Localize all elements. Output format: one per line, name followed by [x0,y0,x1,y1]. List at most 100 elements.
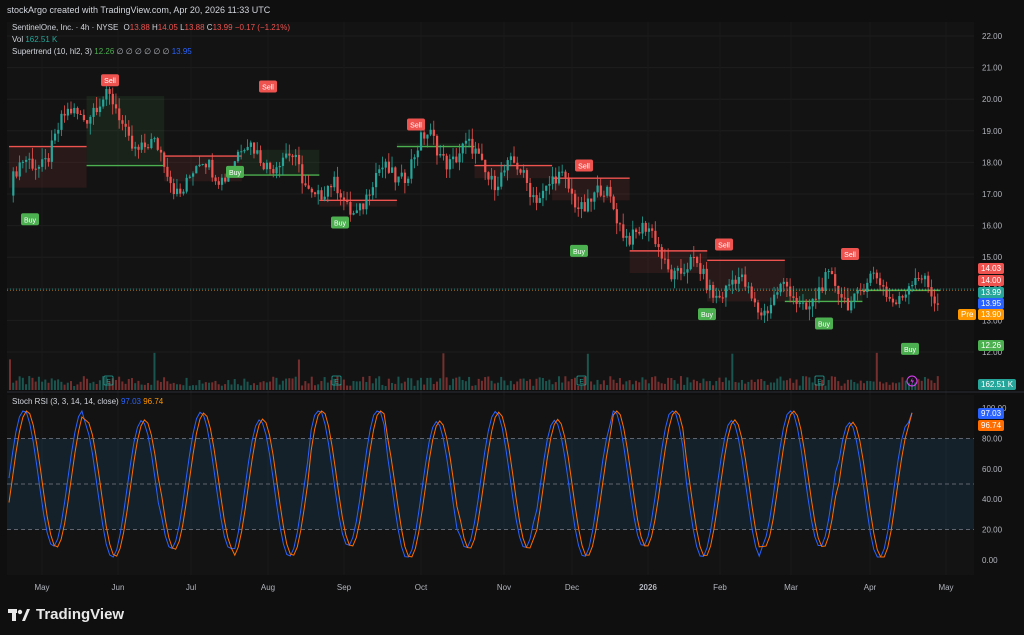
volume-bar [744,383,747,390]
volume-bar [381,384,384,390]
candle-body [297,154,301,165]
candle-body [891,298,895,303]
candle-body [715,295,718,298]
volume-bar [57,379,60,390]
price-tick-label: 15.00 [982,253,1003,262]
candle-body [50,140,53,162]
volume-bar [249,385,252,390]
volume-bar [708,381,711,390]
symbol-legend[interactable]: SentinelOne, Inc. · 4h · NYSE O13.88 H14… [12,23,290,32]
volume-bar [657,381,660,390]
volume-bar [484,377,487,390]
price-tick-label: 16.00 [982,222,1003,231]
volume-bar [667,377,670,390]
volume-bar [670,378,673,390]
volume-bar [596,379,599,390]
time-axis-label: 2026 [639,583,657,592]
volume-bar [342,379,345,390]
volume-bar [95,383,98,390]
rsi-tag-d: 96.74 [978,420,1005,431]
candle-body [570,188,574,194]
supertrend-legend[interactable]: Supertrend (10, hl2, 3) 12.26 ∅ ∅ ∅ ∅ ∅ … [12,47,192,56]
price-tag-supertrend: 13.95 [978,298,1005,309]
candle-body [676,268,679,271]
candle-body [914,277,917,285]
volume-bar [134,383,137,390]
candle-body [15,171,18,177]
candle-body [551,176,554,185]
candle-body [776,292,779,295]
volume-bar [413,385,416,390]
candle-body [301,164,304,184]
volume-bar [400,383,403,390]
candle-body [577,207,580,209]
supertrend-label: Supertrend (10, hl2, 3) [12,47,93,56]
tradingview-logo[interactable]: TradingView [8,606,124,623]
volume-bar [259,382,262,390]
candle-body [484,159,487,173]
candle-body [631,229,635,245]
volume-bar [837,381,840,390]
volume-bar [923,377,926,390]
candle-body [448,159,452,170]
sell-badge-label: Sell [578,164,590,171]
volume-bar [590,381,593,390]
candle-body [689,256,692,270]
candle-body [927,275,930,288]
volume-bar [635,380,638,390]
volume-bar [240,385,243,390]
volume-bar [824,385,827,390]
volume-bar [471,385,474,390]
candle-body [554,176,557,184]
chart-canvas[interactable]: 22.00 21.00 20.00 19.00 18.00 17.00 16.00 15.00… [0,0,1024,635]
volume-bar [127,379,130,390]
volume-bar [82,376,85,390]
candle-body [824,272,827,291]
candle-body [731,279,734,285]
volume-bar [917,379,920,390]
candle-body [330,185,333,188]
candle-body [407,178,410,184]
candle-body [156,138,159,150]
volume-bar [740,379,743,390]
volume-bar [875,352,878,390]
volume-bar [891,382,894,390]
volume-bar [532,385,535,390]
volume-bar [63,384,66,390]
candle-body [744,274,747,287]
candle-body [474,148,477,154]
candle-body [37,166,41,169]
volume-bar [458,376,461,390]
candle-body [246,146,249,151]
candle-body [249,142,252,147]
volume-bar [114,380,117,390]
volume-legend[interactable]: Vol 162.51 K [12,35,57,44]
volume-bar [262,381,265,390]
volume-bar [728,380,731,390]
volume-bar [538,377,541,390]
candle-body [480,153,484,160]
volume-bar [410,378,413,390]
volume-bar [86,378,89,390]
sell-badge-label: Sell [410,122,422,129]
volume-bar [188,385,191,390]
candle-body [397,176,400,183]
candle-body [612,196,615,210]
volume-bar [307,383,310,390]
volume-bar [696,381,699,390]
candle-body [31,158,34,169]
sell-badge-label: Sell [262,85,274,92]
volume-bar [288,378,291,390]
candle-body [593,192,596,202]
volume-bar [310,376,313,390]
volume-bar [737,382,740,390]
candle-body [34,168,37,170]
volume-bar [551,384,554,390]
candle-body [888,296,891,299]
candle-body [452,156,455,160]
volume-bar [683,384,686,390]
sell-badge-label: Sell [844,252,856,259]
stoch-rsi-legend[interactable]: Stoch RSI (3, 3, 14, 14, close) 97.03 96… [12,397,163,406]
volume-bar [21,377,24,390]
candle-body [500,172,503,187]
